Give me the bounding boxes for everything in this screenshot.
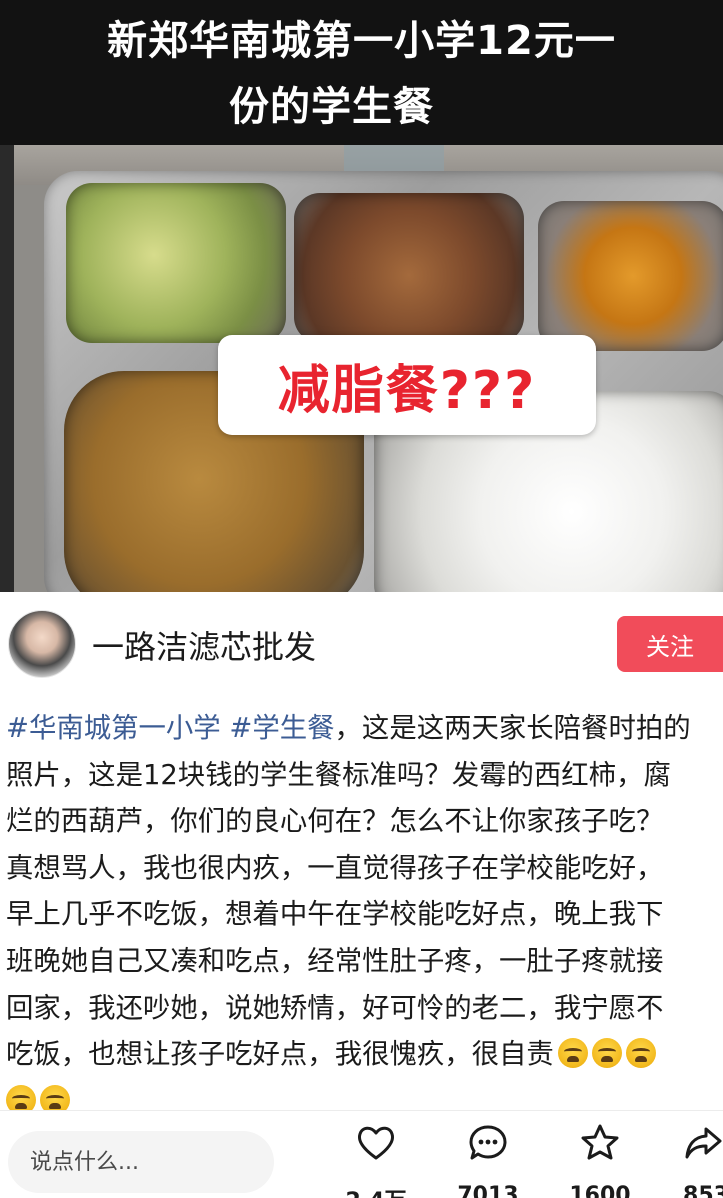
crying-emoji-icon: [591, 1038, 622, 1069]
post-text-segment: ，这是这两天家长陪餐时拍的: [334, 713, 691, 744]
vegetable-dish: [66, 183, 286, 343]
author-name[interactable]: 一路洁滤芯批发: [92, 622, 316, 668]
comment-count: 7013: [457, 1183, 519, 1198]
hashtag-link[interactable]: #华南城第一小学: [6, 713, 221, 744]
sticker-text: 减脂餐???: [277, 360, 537, 421]
heart-icon: [358, 1126, 394, 1160]
image-title-line-1: 新郑华南城第一小学12元一: [107, 18, 616, 64]
post-line: 班晚她自己又凑和吃点，经常性肚子疼，一肚子疼就接: [6, 945, 664, 977]
avatar[interactable]: [8, 610, 76, 678]
post-line: 早上几乎不吃饭，想着中午在学校能吃好点，晚上我下: [6, 899, 664, 931]
author-row: 一路洁滤芯批发 关注: [0, 600, 723, 690]
favorite-button[interactable]: 1600: [560, 1123, 640, 1198]
post-line-with-emoji: 吃饭，也想让孩子吃好点，我很愧疚，很自责: [6, 1032, 723, 1079]
post-text-segment: 吃饭，也想让孩子吃好点，我很愧疚，很自责: [6, 1039, 554, 1071]
stew-dish: [294, 193, 524, 343]
post-image[interactable]: 新郑华南城第一小学12元一 份的学生餐 减脂餐???: [0, 0, 723, 592]
post-line: 烂的西葫芦，你们的良心何在？怎么不让你家孩子吃？: [6, 806, 664, 838]
post-line: 照片，这是12块钱的学生餐标准吗？发霉的西红柿，腐: [6, 759, 671, 791]
favorite-count: 1600: [569, 1183, 631, 1198]
comment-input[interactable]: [8, 1131, 274, 1193]
comment-bubble-icon: [469, 1125, 507, 1160]
post-page: 新郑华南城第一小学12元一 份的学生餐 减脂餐??? 一路洁滤芯批发 关注 #华…: [0, 0, 723, 1198]
post-line: 回家，我还吵她，说她矫情，好可怜的老二，我宁愿不: [6, 992, 664, 1024]
star-icon: [581, 1124, 619, 1160]
like-count: 2.4万: [336, 1183, 416, 1198]
hashtag-link[interactable]: #学生餐: [229, 713, 334, 744]
share-count: 853: [683, 1183, 723, 1198]
image-title-banner: 新郑华南城第一小学12元一 份的学生餐: [0, 0, 723, 145]
image-title-line-2: 份的学生餐: [229, 84, 434, 130]
share-button[interactable]: 853: [666, 1123, 723, 1198]
bottom-action-bar: 2.4万 7013 1600 853: [0, 1110, 723, 1198]
like-button[interactable]: 2.4万: [336, 1123, 416, 1198]
pumpkin-dish: [538, 201, 723, 351]
post-body: #华南城第一小学 #学生餐，这是这两天家长陪餐时拍的 照片，这是12块钱的学生餐…: [6, 706, 723, 1125]
post-line: 真想骂人，我也很内疚，一直觉得孩子在学校能吃好，: [6, 852, 664, 884]
cup-lid: [344, 145, 444, 173]
crying-emoji-icon: [557, 1038, 588, 1069]
image-sticker: 减脂餐???: [218, 335, 596, 435]
share-arrow-icon: [685, 1127, 722, 1159]
follow-button[interactable]: 关注: [617, 616, 723, 672]
comment-button[interactable]: 7013: [448, 1123, 528, 1198]
image-edge: [0, 145, 14, 592]
post-line: #华南城第一小学 #学生餐，这是这两天家长陪餐时拍的: [6, 706, 723, 753]
crying-emoji-icon: [625, 1038, 656, 1069]
